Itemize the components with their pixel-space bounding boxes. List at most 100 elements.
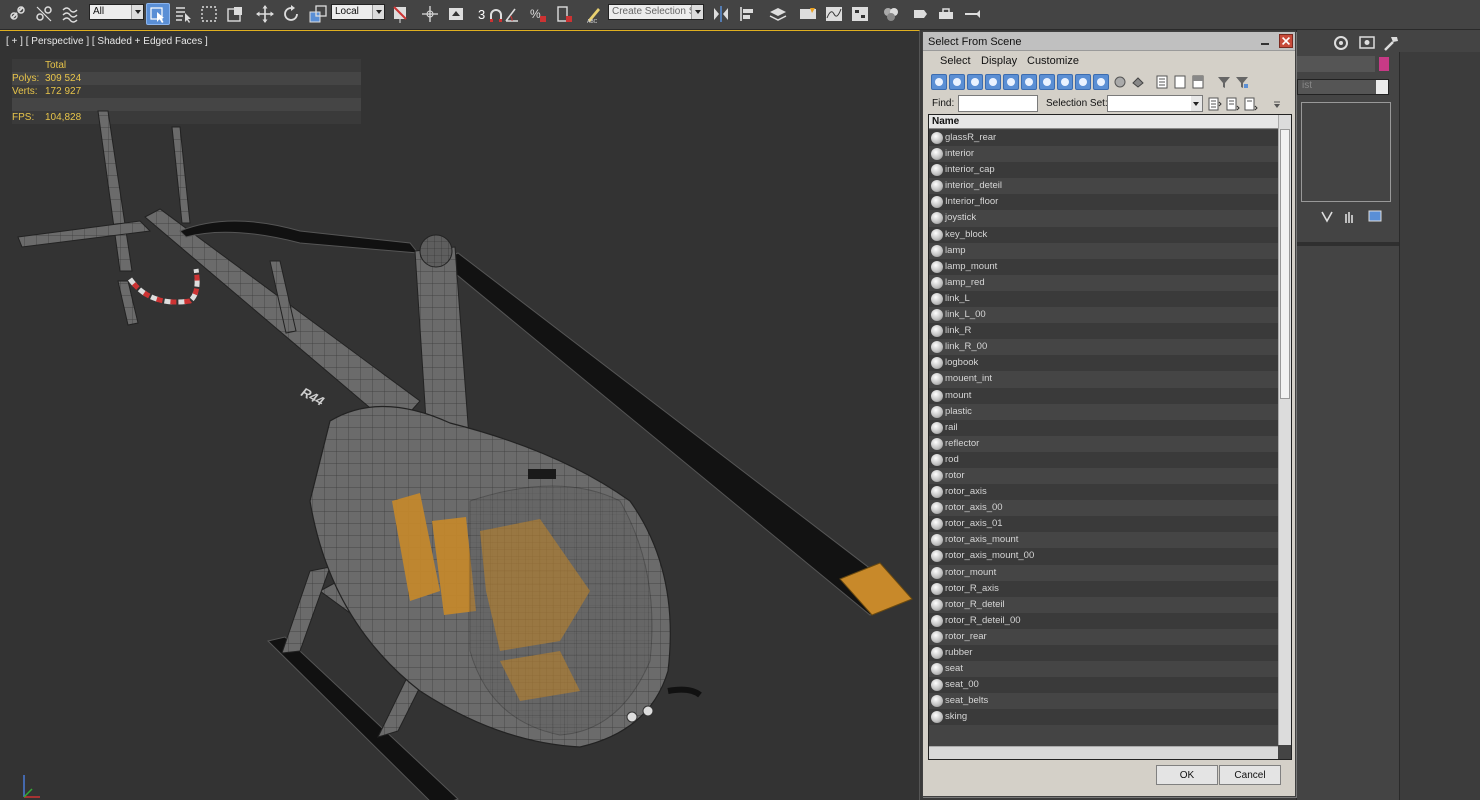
list-item[interactable]: rotor (929, 467, 1278, 485)
list-item[interactable]: rod (929, 451, 1278, 468)
dialog-title-bar[interactable]: Select From Scene (923, 32, 1295, 51)
list-item[interactable]: lamp_mount (929, 258, 1278, 275)
menu-display[interactable]: Display (981, 55, 1017, 67)
show-end-result-icon[interactable] (1337, 206, 1361, 228)
list-item[interactable]: interior_deteil (929, 178, 1278, 195)
list-item[interactable]: rotor_axis_mount (929, 532, 1278, 549)
rendered-frame-window-icon[interactable] (934, 3, 958, 25)
object-color-swatch[interactable] (1379, 57, 1389, 71)
select-object-icon[interactable] (146, 3, 170, 25)
list-item[interactable]: rotor_rear (929, 628, 1278, 645)
render-setup-icon[interactable] (908, 3, 932, 25)
mirror-icon[interactable] (709, 3, 733, 25)
display-helpers-icon[interactable] (1003, 74, 1019, 90)
schematic-view-icon[interactable] (848, 3, 872, 25)
percent-snap-icon[interactable]: % (526, 3, 550, 25)
list-item[interactable]: mouent_int (929, 371, 1278, 388)
select-none-icon[interactable] (1173, 74, 1187, 90)
display-geometry-icon[interactable] (931, 74, 947, 90)
perspective-viewport[interactable]: [ + ] [ Perspective ] [ Shaded + Edged F… (0, 30, 920, 800)
rotate-icon[interactable] (279, 3, 303, 25)
list-item[interactable]: link_L_00 (929, 307, 1278, 324)
list-item[interactable]: rubber (929, 645, 1278, 662)
list-item[interactable]: plastic (929, 403, 1278, 420)
add-to-selection-set-icon[interactable] (1226, 96, 1240, 112)
list-item[interactable]: logbook (929, 355, 1278, 372)
list-item[interactable]: seat_belts (929, 693, 1278, 710)
menu-select[interactable]: Select (940, 55, 971, 67)
list-item[interactable]: lamp_red (929, 274, 1278, 291)
minimize-icon[interactable] (1260, 36, 1270, 46)
create-selection-set-icon[interactable] (1208, 96, 1222, 112)
list-item[interactable]: rail (929, 419, 1278, 436)
select-and-manipulate-icon[interactable] (418, 3, 442, 25)
layer-explorer-icon[interactable] (766, 3, 790, 25)
display-panel-icon[interactable] (1355, 32, 1379, 54)
scale-icon[interactable] (306, 3, 330, 25)
edit-named-selection-icon[interactable]: ABC (582, 3, 606, 25)
display-shapes-icon[interactable] (949, 74, 965, 90)
scene-object-list[interactable]: Name glassR_rear interior interior_cap inte… (928, 114, 1292, 760)
toggle-ribbon-icon[interactable] (796, 3, 820, 25)
list-item[interactable]: rotor_axis_01 (929, 516, 1278, 533)
options-chevron-icon[interactable] (1270, 98, 1284, 114)
list-item[interactable]: seat_00 (929, 677, 1278, 694)
select-all-icon[interactable] (1155, 74, 1169, 90)
display-groups-icon[interactable] (1039, 74, 1055, 90)
named-selection-sets-dropdown[interactable]: Create Selection Se (608, 4, 704, 20)
list-item[interactable]: rotor_axis_mount_00 (929, 548, 1278, 565)
pivot-center-icon[interactable] (388, 3, 412, 25)
list-item[interactable]: link_R (929, 323, 1278, 340)
list-item[interactable]: rotor_mount (929, 564, 1278, 581)
render-production-icon[interactable] (960, 3, 984, 25)
align-icon[interactable] (736, 3, 760, 25)
bind-to-space-warp-icon[interactable] (58, 3, 82, 25)
display-lights-icon[interactable] (967, 74, 983, 90)
list-item[interactable]: rotor_axis_00 (929, 500, 1278, 517)
close-button[interactable] (1279, 34, 1293, 48)
selection-set-dropdown[interactable] (1107, 95, 1203, 112)
reference-coordinate-dropdown[interactable]: Local (331, 4, 385, 20)
cancel-button[interactable]: Cancel (1219, 765, 1281, 785)
select-invert-icon[interactable] (1191, 74, 1205, 90)
ok-button[interactable]: OK (1156, 765, 1218, 785)
keyboard-shortcut-icon[interactable] (444, 3, 468, 25)
list-item[interactable]: rotor_axis (929, 484, 1278, 501)
list-item[interactable]: rotor_R_deteil (929, 596, 1278, 613)
angle-snap-icon[interactable] (500, 3, 524, 25)
select-by-name-icon[interactable] (171, 3, 195, 25)
pin-stack-icon[interactable] (1315, 206, 1339, 228)
list-item[interactable]: rotor_R_axis (929, 580, 1278, 597)
filter-icon[interactable] (1217, 74, 1231, 90)
modifier-stack[interactable] (1301, 102, 1391, 202)
list-item[interactable]: Interior_floor (929, 194, 1278, 211)
menu-customize[interactable]: Customize (1027, 55, 1079, 67)
list-item[interactable]: seat (929, 661, 1278, 678)
spinner-snap-icon[interactable] (552, 3, 576, 25)
list-item[interactable]: key_block (929, 226, 1278, 243)
display-cameras-icon[interactable] (985, 74, 1001, 90)
list-item[interactable]: reflector (929, 435, 1278, 452)
list-item[interactable]: lamp (929, 242, 1278, 259)
horizontal-scrollbar[interactable] (929, 746, 1278, 759)
display-xrefs-icon[interactable] (1057, 74, 1073, 90)
rectangular-selection-icon[interactable] (197, 3, 221, 25)
material-editor-icon[interactable] (879, 3, 903, 25)
display-frozen-icon[interactable] (1113, 74, 1127, 90)
window-crossing-icon[interactable] (223, 3, 247, 25)
vertical-scrollbar[interactable] (1278, 115, 1291, 745)
display-space-warps-icon[interactable] (1021, 74, 1037, 90)
select-from-scene-dialog[interactable]: Select From Scene Select Display Customi… (922, 31, 1296, 797)
object-name-field[interactable] (1297, 56, 1375, 72)
list-item[interactable]: glassR_rear (929, 130, 1278, 147)
unlink-selection-icon[interactable] (32, 3, 56, 25)
selection-filter-dropdown[interactable]: All (89, 4, 144, 20)
filter-options-icon[interactable] (1235, 74, 1249, 90)
hammer-icon[interactable] (1379, 32, 1403, 54)
display-hidden-icon[interactable] (1131, 74, 1145, 90)
list-item[interactable]: joystick (929, 210, 1278, 227)
configure-modifier-sets-icon[interactable] (1363, 206, 1387, 228)
modifier-list-dropdown[interactable]: ist (1297, 79, 1389, 95)
scrollbar-thumb[interactable] (1280, 129, 1290, 399)
move-icon[interactable] (253, 3, 277, 25)
